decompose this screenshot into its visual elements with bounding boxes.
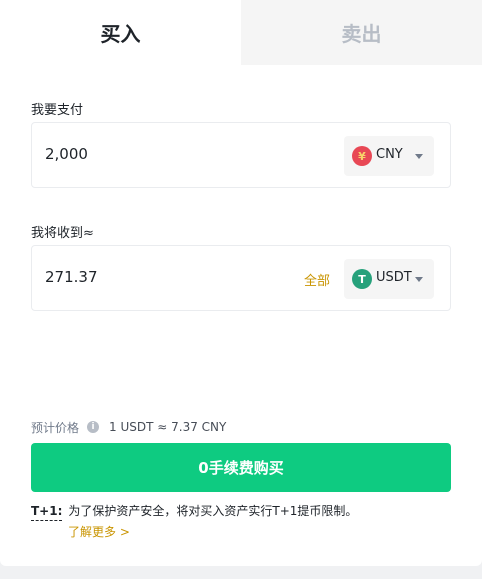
tab-buy[interactable]: 买入	[0, 0, 241, 65]
price-label: 预计价格	[31, 420, 80, 435]
t1-notice-text: 为了保护资产安全，将对买入资产实行T+1提币限制。	[68, 504, 358, 518]
pay-label: 我要支付	[31, 103, 84, 118]
trade-tabs: 买入 卖出	[0, 0, 482, 65]
pay-currency-select[interactable]: ¥ CNY	[344, 136, 434, 176]
buy-button[interactable]: 0手续费购买	[31, 443, 451, 492]
usdt-coin-icon: T	[352, 269, 372, 289]
cny-coin-icon: ¥	[352, 146, 372, 166]
all-link[interactable]: 全部	[304, 270, 330, 289]
receive-currency-label: USDT	[376, 270, 412, 285]
pay-field: ¥ CNY	[31, 122, 451, 188]
t1-tag[interactable]: T+1:	[31, 504, 63, 521]
tab-sell[interactable]: 卖出	[241, 0, 482, 65]
receive-label: 我将收到≈	[31, 226, 94, 241]
t1-notice: T+1: 为了保护资产安全，将对买入资产实行T+1提币限制。	[31, 502, 461, 521]
estimated-price-row: 预计价格 i 1 USDT ≈ 7.37 CNY	[31, 418, 226, 436]
caret-down-icon	[415, 154, 423, 159]
receive-currency-select[interactable]: T USDT	[344, 259, 434, 299]
receive-amount-input[interactable]	[45, 268, 285, 286]
info-icon[interactable]: i	[87, 421, 100, 433]
price-value: 1 USDT ≈ 7.37 CNY	[109, 420, 227, 434]
caret-down-icon	[415, 277, 423, 282]
receive-field: 全部 T USDT	[31, 245, 451, 311]
pay-amount-input[interactable]	[45, 145, 285, 163]
trade-card: 买入 卖出 我要支付 ¥ CNY 我将收到≈ 全部 T USDT 预计价格 i …	[0, 0, 482, 566]
learn-more-link[interactable]: 了解更多 >	[68, 523, 130, 540]
pay-currency-label: CNY	[376, 147, 403, 162]
